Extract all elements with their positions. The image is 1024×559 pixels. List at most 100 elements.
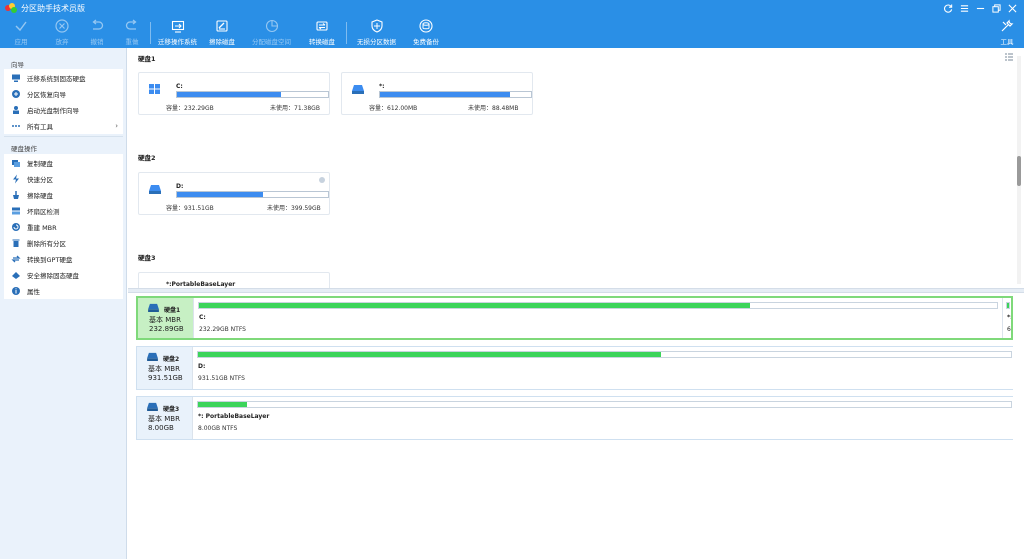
sidebar-item-properties[interactable]: 属性 [4, 283, 123, 298]
disk-size: 232.89GB [149, 325, 184, 333]
partition-block-portable[interactable]: *: PortableBaseLayer 8.00GB NTFS [192, 397, 1013, 439]
sidebar-item-rebuild-mbr[interactable]: 重建 MBR [4, 219, 123, 234]
disk-icon [148, 303, 159, 312]
sidebar-item-delete-all-partitions[interactable]: 删除所有分区 [4, 235, 123, 250]
usage-bar [197, 401, 1012, 408]
chevron-right-icon: › [115, 121, 118, 130]
sidebar-item-bad-sector-check[interactable]: 坏扇区检测 [4, 203, 123, 218]
disk-size: 931.51GB [148, 374, 183, 382]
delete-icon [11, 238, 21, 248]
allocate-space-button[interactable]: 分配磁盘空间 [252, 18, 291, 46]
disk-name: 硬盘3 [163, 406, 180, 413]
capacity-label: 容量：232.29GB [166, 105, 214, 112]
free-label: 未使用：71.38GB [270, 105, 320, 112]
usage-bar [379, 91, 532, 98]
partition-block-c[interactable]: C: 232.29GB NTFS [193, 298, 1002, 338]
disk-info: 硬盘2 基本 MBR 931.51GB [137, 347, 191, 389]
cancel-icon [54, 18, 70, 34]
partition-card-c[interactable]: C: 容量：232.29GB 未使用：71.38GB [138, 72, 330, 115]
partition-info: 8.00GB NTFS [198, 425, 238, 432]
partition-name: *: PortableBaseLayer [198, 413, 270, 420]
migrate-os-icon [170, 18, 186, 34]
tools-icon [999, 18, 1015, 34]
usage-fill [177, 192, 264, 197]
disk-info: 硬盘3 基本 MBR 8.00GB [137, 397, 191, 439]
migrate-os-button[interactable]: 迁移操作系统 [158, 18, 197, 46]
restore-button[interactable] [988, 0, 1004, 16]
scrollbar-thumb[interactable] [1017, 156, 1021, 186]
title-bar: 分区助手技术员版 [0, 0, 1024, 16]
disk-name: 硬盘1 [164, 307, 181, 314]
window-title: 分区助手技术员版 [21, 3, 85, 13]
pie-icon [264, 18, 280, 34]
disk-overview-pane: 硬盘1 C: 容量：232.29GB 未使用：71.38GB *: 容量：612… [128, 48, 1024, 288]
sidebar-item-quick-partition[interactable]: 快速分区 [4, 171, 123, 186]
more-icon [11, 121, 21, 131]
wipe-disk-button[interactable]: 擦除磁盘 [209, 18, 235, 46]
redo-button[interactable]: 重做 [124, 18, 140, 46]
sidebar-item-wipe-disk[interactable]: 擦除硬盘 [4, 187, 123, 202]
sidebar-item-partition-recovery[interactable]: 分区恢复向导 [4, 86, 123, 101]
usage-bar [1006, 302, 1010, 309]
windows-icon [149, 84, 161, 94]
undo-button[interactable]: 撤销 [89, 18, 105, 46]
backup-icon [418, 18, 434, 34]
apply-button[interactable]: 应用 [13, 18, 29, 46]
refresh-icon[interactable] [940, 0, 956, 16]
migrate-icon [11, 73, 21, 83]
partition-info: 232.29GB NTFS [199, 326, 246, 333]
bad-sector-icon [11, 206, 21, 216]
view-toggle-icon[interactable] [1005, 53, 1013, 61]
partition-card-star[interactable]: *: 容量：612.00MB 未使用：88.48MB [341, 72, 533, 115]
sidebar-item-bootdisk-wizard[interactable]: 启动光盘制作向导 [4, 102, 123, 117]
partition-name: C: [199, 314, 206, 321]
usage-fill [198, 352, 662, 357]
discard-button[interactable]: 放弃 [54, 18, 70, 46]
sidebar-item-secure-erase-ssd[interactable]: 安全擦除固态硬盘 [4, 267, 123, 282]
sidebar-item-copy-disk[interactable]: 复制硬盘 [4, 155, 123, 170]
app-logo-icon [5, 3, 17, 13]
convert-disk-icon [314, 18, 330, 34]
sidebar-item-migrate-ssd[interactable]: 迁移系统到固态硬盘 [4, 70, 123, 85]
menu-icon[interactable] [956, 0, 972, 16]
top-pane-scrollbar[interactable] [1017, 56, 1021, 284]
sidebar-item-all-tools[interactable]: 所有工具 › [4, 118, 123, 133]
usage-bar [198, 302, 998, 309]
sidebar: 向导 迁移系统到固态硬盘 分区恢复向导 启动光盘制作向导 所有工具 › 硬盘操作… [0, 48, 127, 559]
partition-name: D: [176, 183, 184, 190]
usage-bar [197, 351, 1012, 358]
disk-icon [352, 84, 364, 94]
partition-card-portable[interactable]: *:PortableBaseLayer [138, 272, 330, 288]
wipe-icon [11, 190, 21, 200]
usage-bar [176, 191, 329, 198]
sidebar-divider [4, 136, 123, 137]
toolbar-divider [346, 22, 347, 44]
usage-fill [380, 92, 510, 97]
copy-disk-icon [11, 158, 21, 168]
redo-icon [124, 18, 140, 34]
partition-name: *: [1007, 314, 1011, 321]
capacity-label: 容量：612.00MB [369, 105, 418, 112]
disk-icon [149, 184, 161, 194]
disk-row-1[interactable]: 硬盘1 基本 MBR 232.89GB C: 232.29GB NTFS *: … [136, 296, 1013, 340]
minimize-button[interactable] [972, 0, 988, 16]
recover-icon [11, 89, 21, 99]
disk-map-pane: 硬盘1 基本 MBR 232.89GB C: 232.29GB NTFS *: … [128, 293, 1024, 559]
disk-row-3[interactable]: 硬盘3 基本 MBR 8.00GB *: PortableBaseLayer 8… [136, 396, 1013, 440]
wipe-disk-icon [214, 18, 230, 34]
usage-fill [199, 303, 750, 308]
tools-button[interactable]: 工具 [999, 18, 1015, 46]
info-icon [11, 286, 21, 296]
convert-gpt-icon [11, 254, 21, 264]
lossless-partition-button[interactable]: 无损分区数据 [357, 18, 396, 46]
close-button[interactable] [1004, 0, 1020, 16]
convert-disk-button[interactable]: 转换磁盘 [309, 18, 335, 46]
secure-erase-icon [11, 270, 21, 280]
partition-name: C: [176, 83, 183, 90]
partition-card-d[interactable]: D: 容量：931.51GB 未使用：399.59GB [138, 172, 330, 215]
partition-block-star[interactable]: *: 6. [1002, 298, 1011, 338]
free-backup-button[interactable]: 免费备份 [413, 18, 439, 46]
disk-row-2[interactable]: 硬盘2 基本 MBR 931.51GB D: 931.51GB NTFS [136, 346, 1013, 390]
partition-block-d[interactable]: D: 931.51GB NTFS [192, 347, 1013, 389]
sidebar-item-convert-gpt[interactable]: 转换到GPT硬盘 [4, 251, 123, 266]
